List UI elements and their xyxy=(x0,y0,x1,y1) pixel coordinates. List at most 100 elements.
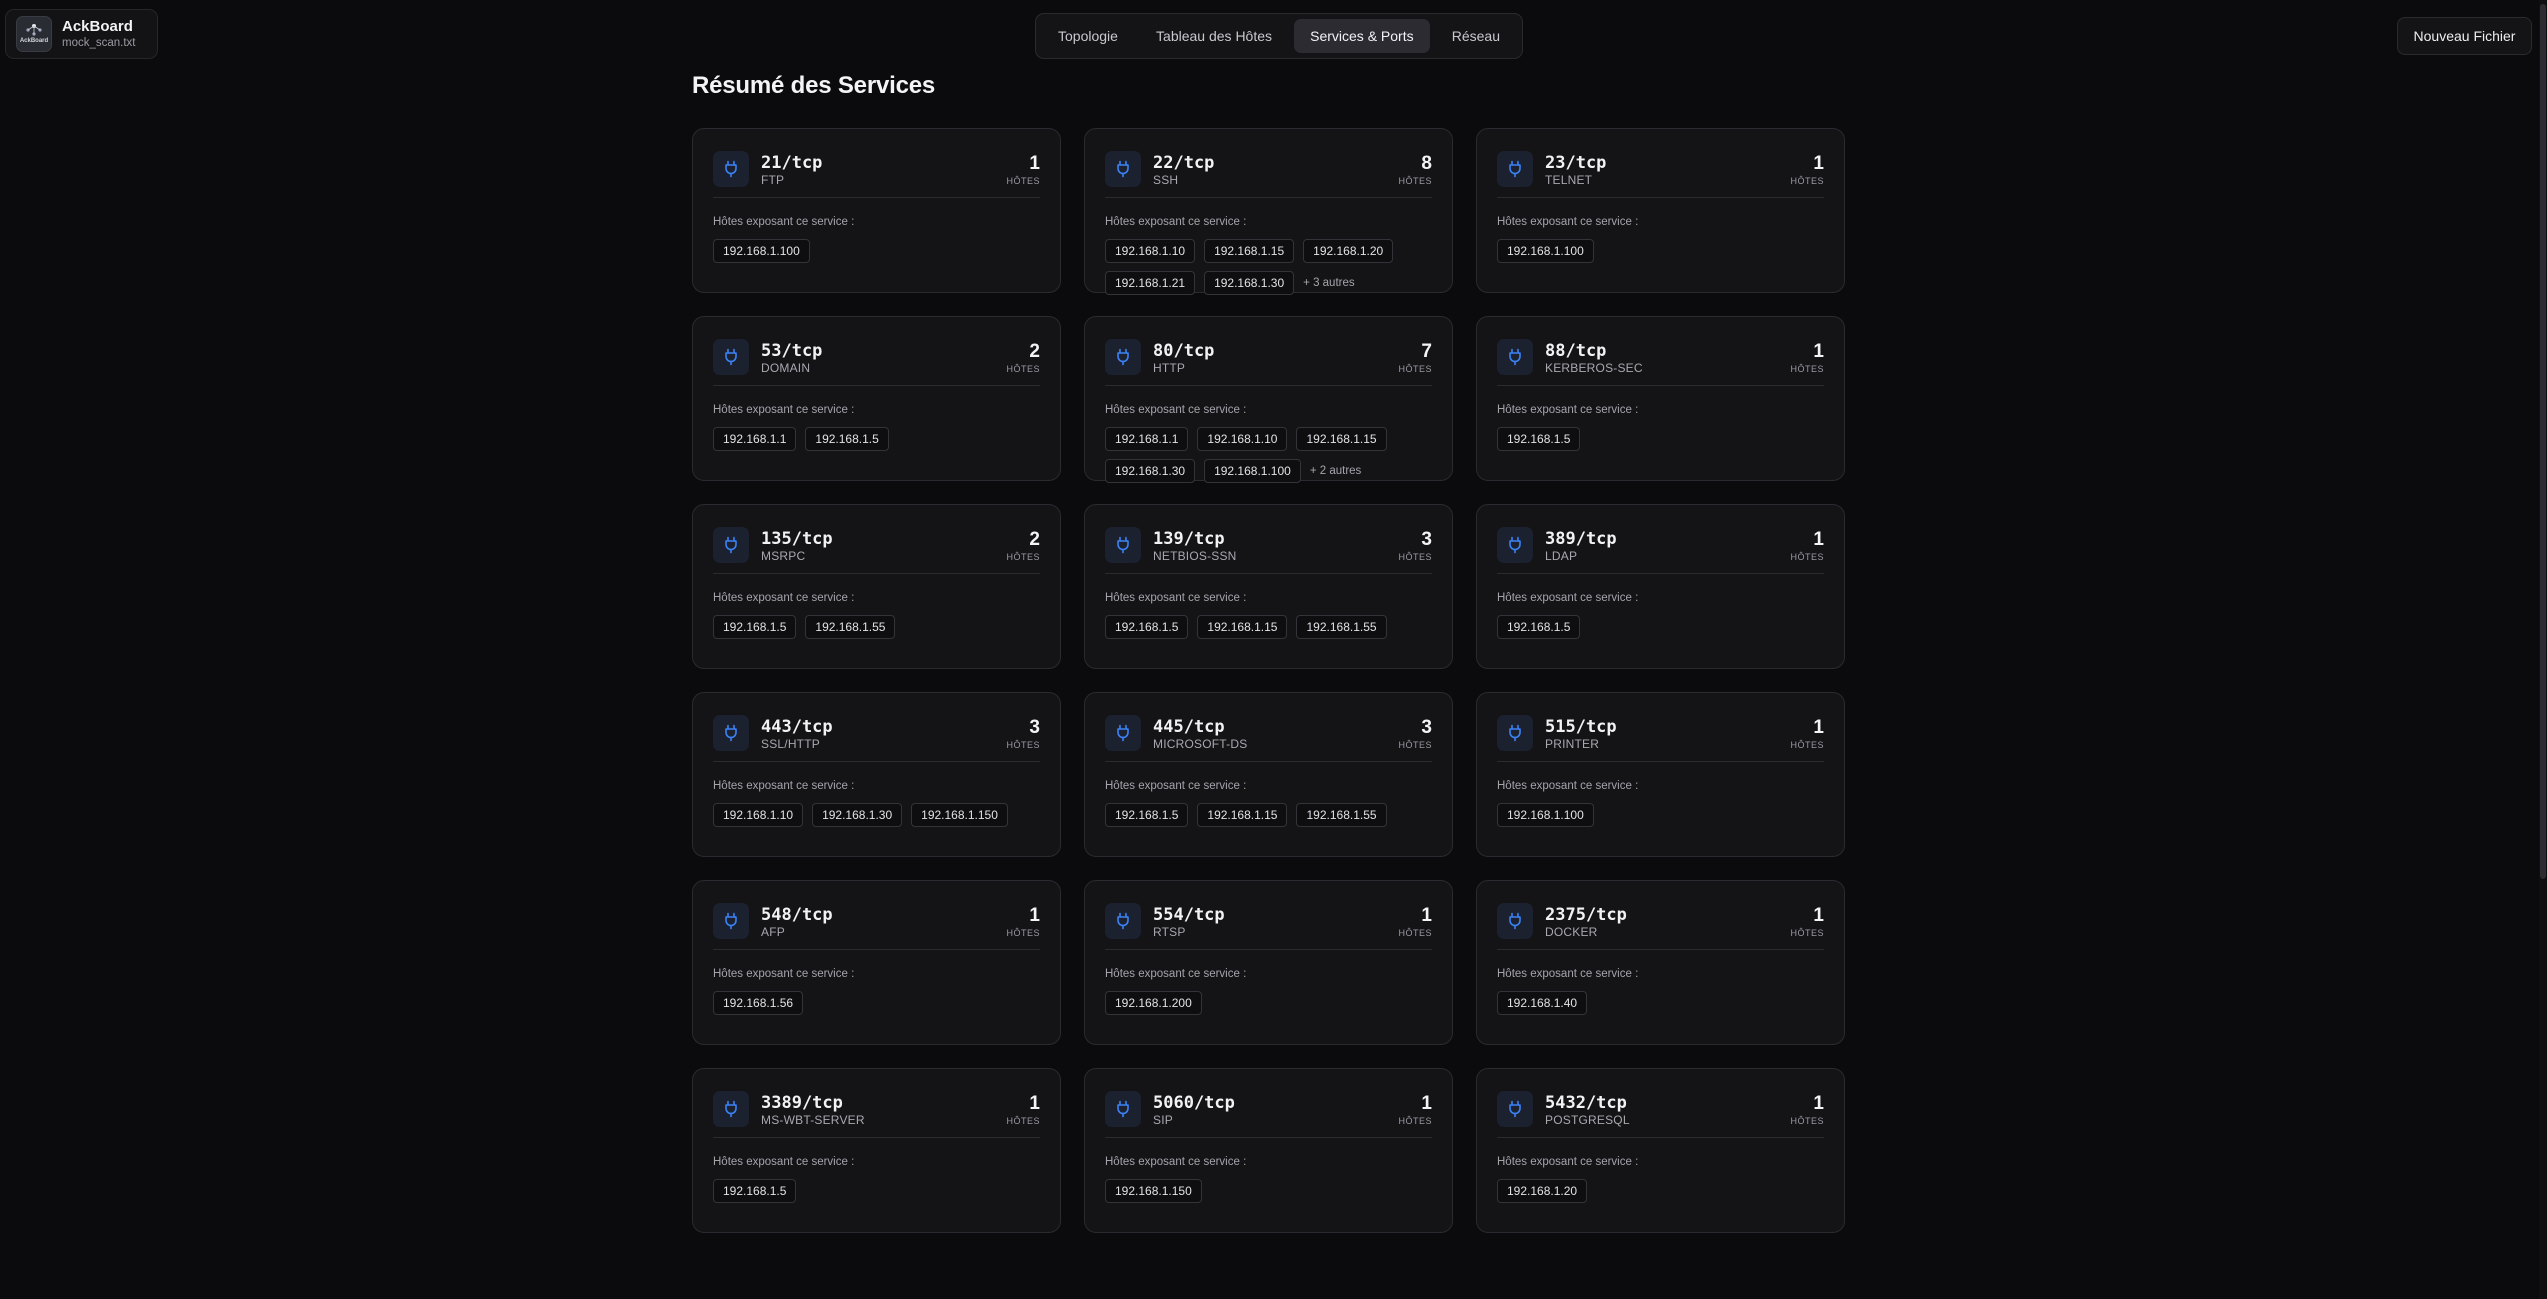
services-grid: 21/tcp FTP 1 HÔTES Hôtes exposant ce service… xyxy=(692,128,1845,1233)
host-chip[interactable]: 192.168.1.15 xyxy=(1197,615,1288,639)
service-info: 53/tcp DOMAIN xyxy=(713,339,822,376)
service-card[interactable]: 389/tcp LDAP 1 HÔTES Hôtes exposant ce servi… xyxy=(1476,504,1845,669)
tab-tableau-des-h-tes[interactable]: Tableau des Hôtes xyxy=(1140,19,1288,53)
host-chip[interactable]: 192.168.1.100 xyxy=(1497,803,1594,827)
service-card[interactable]: 80/tcp HTTP 7 HÔTES Hôtes exposant ce servic… xyxy=(1084,316,1453,483)
service-card[interactable]: 5060/tcp SIP 1 HÔTES Hôtes exposant ce servi… xyxy=(1084,1068,1453,1233)
service-port: 88/tcp xyxy=(1545,341,1607,361)
host-chip[interactable]: 192.168.1.100 xyxy=(713,239,810,263)
card-header: 554/tcp RTSP 1 HÔTES xyxy=(1105,903,1432,950)
service-card[interactable]: 3389/tcp MS-WBT-SERVER 1 HÔTES Hôtes exposan… xyxy=(692,1068,1061,1233)
host-chip[interactable]: 192.168.1.30 xyxy=(1204,271,1295,295)
service-card[interactable]: 515/tcp PRINTER 1 HÔTES Hôtes exposant ce se… xyxy=(1476,692,1845,857)
scrollbar[interactable] xyxy=(2539,0,2547,1299)
host-count-unit: HÔTES xyxy=(1398,740,1432,750)
service-card[interactable]: 445/tcp MICROSOFT-DS 3 HÔTES Hôtes exposant … xyxy=(1084,692,1453,857)
service-card[interactable]: 88/tcp KERBEROS-SEC 1 HÔTES Hôtes exposant c… xyxy=(1476,316,1845,481)
host-chip[interactable]: 192.168.1.5 xyxy=(805,427,889,451)
new-file-button[interactable]: Nouveau Fichier xyxy=(2397,17,2532,55)
host-chip[interactable]: 192.168.1.15 xyxy=(1197,803,1288,827)
plug-icon xyxy=(1497,1091,1533,1127)
service-card[interactable]: 554/tcp RTSP 1 HÔTES Hôtes exposant ce servi… xyxy=(1084,880,1453,1045)
plug-icon xyxy=(1497,527,1533,563)
host-count: 1 xyxy=(1421,1093,1432,1114)
host-count-block: 3 HÔTES xyxy=(1398,715,1432,751)
host-list: 192.168.1.56 xyxy=(713,991,1040,1015)
host-chip[interactable]: 192.168.1.15 xyxy=(1296,427,1387,451)
host-count-unit: HÔTES xyxy=(1398,552,1432,562)
card-header: 53/tcp DOMAIN 2 HÔTES xyxy=(713,339,1040,386)
hosts-label: Hôtes exposant ce service : xyxy=(1497,404,1639,416)
service-card[interactable]: 21/tcp FTP 1 HÔTES Hôtes exposant ce service… xyxy=(692,128,1061,293)
host-chip[interactable]: 192.168.1.10 xyxy=(713,803,804,827)
host-chip[interactable]: 192.168.1.20 xyxy=(1303,239,1394,263)
brand-block[interactable]: AckBoard AckBoard mock_scan.txt xyxy=(5,9,158,59)
card-header: 5432/tcp POSTGRESQL 1 HÔTES xyxy=(1497,1091,1824,1138)
service-card[interactable]: 135/tcp MSRPC 2 HÔTES Hôtes exposant ce serv… xyxy=(692,504,1061,669)
host-chip[interactable]: 192.168.1.100 xyxy=(1497,239,1594,263)
host-count-block: 3 HÔTES xyxy=(1398,527,1432,563)
service-card[interactable]: 443/tcp SSL/HTTP 3 HÔTES Hôtes exposant ce s… xyxy=(692,692,1061,857)
host-chip[interactable]: 192.168.1.5 xyxy=(1497,615,1581,639)
host-count: 3 xyxy=(1421,529,1432,550)
host-count-unit: HÔTES xyxy=(1006,176,1040,186)
tab-r-seau[interactable]: Réseau xyxy=(1436,19,1516,53)
page-title: Résumé des Services xyxy=(692,72,936,99)
host-chip[interactable]: 192.168.1.55 xyxy=(805,615,896,639)
more-hosts: + 2 autres xyxy=(1309,465,1362,477)
host-chip[interactable]: 192.168.1.30 xyxy=(1105,459,1196,483)
host-chip[interactable]: 192.168.1.5 xyxy=(713,1179,797,1203)
host-chip[interactable]: 192.168.1.56 xyxy=(713,991,804,1015)
service-card[interactable]: 22/tcp SSH 8 HÔTES Hôtes exposant ce service… xyxy=(1084,128,1453,295)
host-chip[interactable]: 192.168.1.10 xyxy=(1197,427,1288,451)
host-chip[interactable]: 192.168.1.1 xyxy=(713,427,797,451)
plug-icon xyxy=(1497,339,1533,375)
service-name: AFP xyxy=(761,925,785,939)
host-count: 1 xyxy=(1813,905,1824,926)
service-card[interactable]: 139/tcp NETBIOS-SSN 3 HÔTES Hôtes exposant c… xyxy=(1084,504,1453,669)
host-chip[interactable]: 192.168.1.40 xyxy=(1497,991,1588,1015)
service-card[interactable]: 548/tcp AFP 1 HÔTES Hôtes exposant ce servic… xyxy=(692,880,1061,1045)
host-chip[interactable]: 192.168.1.10 xyxy=(1105,239,1196,263)
host-chip[interactable]: 192.168.1.150 xyxy=(1105,1179,1202,1203)
host-chip[interactable]: 192.168.1.55 xyxy=(1296,803,1387,827)
scrollbar-thumb[interactable] xyxy=(2540,4,2546,879)
plug-icon xyxy=(1105,1091,1141,1127)
service-info: 139/tcp NETBIOS-SSN xyxy=(1105,527,1237,564)
host-chip[interactable]: 192.168.1.20 xyxy=(1497,1179,1588,1203)
service-info: 3389/tcp MS-WBT-SERVER xyxy=(713,1091,865,1128)
plug-icon xyxy=(713,527,749,563)
service-card[interactable]: 5432/tcp POSTGRESQL 1 HÔTES Hôtes exposant c… xyxy=(1476,1068,1845,1233)
host-chip[interactable]: 192.168.1.5 xyxy=(1105,615,1189,639)
service-card[interactable]: 53/tcp DOMAIN 2 HÔTES Hôtes exposant ce serv… xyxy=(692,316,1061,481)
host-chip[interactable]: 192.168.1.21 xyxy=(1105,271,1196,295)
host-chip[interactable]: 192.168.1.55 xyxy=(1296,615,1387,639)
host-chip[interactable]: 192.168.1.200 xyxy=(1105,991,1202,1015)
host-chip[interactable]: 192.168.1.1 xyxy=(1105,427,1189,451)
service-port: 53/tcp xyxy=(761,341,823,361)
service-name: MSRPC xyxy=(761,549,806,563)
host-chip[interactable]: 192.168.1.30 xyxy=(812,803,903,827)
hosts-label: Hôtes exposant ce service : xyxy=(1497,592,1639,604)
host-count-block: 1 HÔTES xyxy=(1006,151,1040,187)
host-chip[interactable]: 192.168.1.5 xyxy=(1497,427,1581,451)
tab-topologie[interactable]: Topologie xyxy=(1042,19,1134,53)
service-info: 445/tcp MICROSOFT-DS xyxy=(1105,715,1247,752)
service-card[interactable]: 2375/tcp DOCKER 1 HÔTES Hôtes exposant ce se… xyxy=(1476,880,1845,1045)
hosts-label: Hôtes exposant ce service : xyxy=(1105,968,1247,980)
service-name: LDAP xyxy=(1545,549,1578,563)
card-header: 22/tcp SSH 8 HÔTES xyxy=(1105,151,1432,198)
host-chip[interactable]: 192.168.1.15 xyxy=(1204,239,1295,263)
host-chip[interactable]: 192.168.1.5 xyxy=(1105,803,1189,827)
plug-icon xyxy=(1105,151,1141,187)
host-count: 2 xyxy=(1029,341,1040,362)
host-chip[interactable]: 192.168.1.100 xyxy=(1204,459,1301,483)
hosts-label: Hôtes exposant ce service : xyxy=(713,780,855,792)
service-card[interactable]: 23/tcp TELNET 1 HÔTES Hôtes exposant ce serv… xyxy=(1476,128,1845,293)
card-header: 515/tcp PRINTER 1 HÔTES xyxy=(1497,715,1824,762)
host-chip[interactable]: 192.168.1.150 xyxy=(911,803,1008,827)
service-name: SSH xyxy=(1153,173,1179,187)
service-info: 21/tcp FTP xyxy=(713,151,822,188)
host-chip[interactable]: 192.168.1.5 xyxy=(713,615,797,639)
tab-services-ports[interactable]: Services & Ports xyxy=(1294,19,1430,53)
